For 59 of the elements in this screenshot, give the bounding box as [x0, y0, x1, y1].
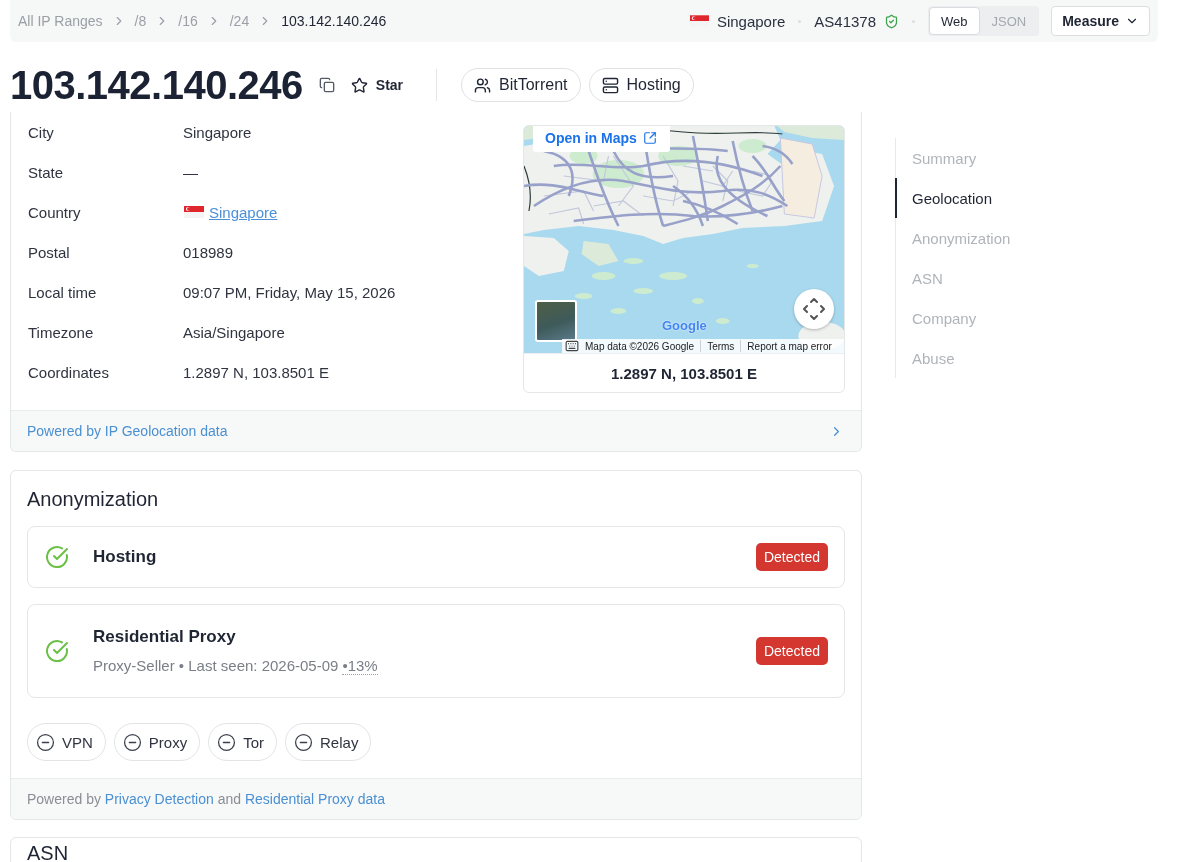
- powered-by-note: Powered by Privacy Detection and Residential Proxy data: [27, 791, 385, 807]
- keyboard-icon[interactable]: [565, 339, 579, 353]
- map-link[interactable]: Report a map error: [747, 340, 832, 352]
- breadcrumb-link[interactable]: /24: [229, 13, 250, 29]
- detection-details: Proxy-Seller • Last seen: 2026-05-09: [93, 657, 339, 674]
- copy-button[interactable]: [318, 77, 335, 93]
- field-value: —: [183, 163, 198, 181]
- field-value: Asia/Singapore: [183, 323, 285, 341]
- server-icon: [601, 76, 619, 94]
- field-label: Postal: [28, 243, 71, 261]
- breadcrumb-link[interactable]: /16: [178, 13, 198, 29]
- view-toggle-option[interactable]: Web: [929, 7, 980, 35]
- flag-pill[interactable]: VPN: [27, 723, 106, 761]
- field-value: 1.2897 N, 103.8501 E: [183, 363, 329, 381]
- measure-button[interactable]: Measure: [1051, 6, 1150, 36]
- field-value: Singapore: [183, 123, 252, 141]
- field-label: Timezone: [28, 323, 95, 341]
- data-source-link[interactable]: Residential Proxy data: [244, 791, 385, 807]
- country-link[interactable]: Singapore: [209, 203, 278, 221]
- map-link[interactable]: Terms: [707, 340, 735, 352]
- field-label: Local time: [28, 283, 98, 301]
- section-title: ASN: [27, 842, 70, 862]
- field-label: Country: [28, 203, 82, 221]
- flag-icon: [183, 206, 205, 218]
- field-label: Coordinates: [28, 363, 110, 381]
- field-label: State: [28, 163, 65, 181]
- google-logo: Google: [662, 318, 707, 333]
- copy-icon: [318, 77, 335, 93]
- field-label: City: [28, 123, 55, 141]
- section-nav-link[interactable]: Geolocation: [895, 178, 1095, 218]
- breadcrumb-link[interactable]: 103.142.140.246: [281, 13, 387, 29]
- section-title: Anonymization: [27, 488, 160, 510]
- people-group-icon: [474, 76, 492, 94]
- satellite-thumbnail[interactable]: [535, 300, 577, 342]
- flag-pill[interactable]: Relay: [285, 723, 372, 761]
- field-value: 018989: [183, 243, 234, 261]
- share-percentage[interactable]: •13%: [342, 657, 378, 675]
- data-source-link[interactable]: Privacy Detection: [104, 791, 214, 807]
- field-value: 09:07 PM, Friday, May 15, 2026: [183, 283, 396, 301]
- asn-number[interactable]: AS41378: [814, 12, 876, 30]
- status-badge: Detected: [755, 543, 828, 571]
- tag-pill[interactable]: Hosting: [588, 68, 694, 102]
- flag-pill[interactable]: Tor: [208, 723, 278, 761]
- breadcrumb-link[interactable]: All IP Ranges: [18, 13, 103, 29]
- detection-name: Residential Proxy: [93, 627, 237, 647]
- country-name: Singapore: [716, 12, 786, 30]
- external-link-icon: [642, 131, 657, 145]
- detection-name: Hosting: [93, 547, 158, 567]
- map-data-credit: Map data ©2026 Google: [585, 340, 695, 352]
- status-badge: Detected: [755, 637, 828, 665]
- star-button[interactable]: Star: [350, 76, 404, 94]
- tag-pill[interactable]: BitTorrent: [461, 68, 581, 102]
- breadcrumb-link[interactable]: /8: [134, 13, 147, 29]
- open-in-maps-link[interactable]: Open in Maps: [533, 126, 670, 152]
- pan-arrows-icon: [803, 298, 825, 320]
- data-source-link[interactable]: Powered by IP Geolocation data: [27, 423, 228, 439]
- ip-address-title: 103.142.140.246: [10, 65, 303, 105]
- flag-pill[interactable]: Proxy: [113, 723, 201, 761]
- coordinates-caption: 1.2897 N, 103.8501 E: [524, 353, 844, 392]
